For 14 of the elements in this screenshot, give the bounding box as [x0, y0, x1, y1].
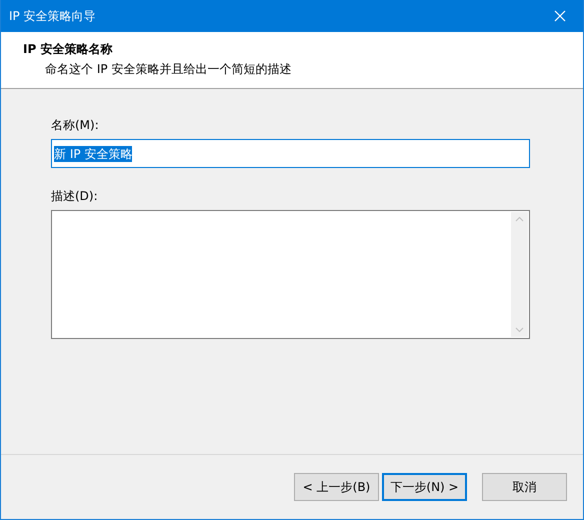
page-subtitle: 命名这个 IP 安全策略并且给出一个简短的描述: [44, 61, 292, 78]
scroll-down-icon: [515, 327, 524, 333]
field-label: 名称(M):: [51, 117, 100, 134]
window-title: IP 安全策略向导: [9, 8, 97, 24]
wizard-button[interactable]: 下一步(N) >: [382, 473, 467, 501]
scroll-up-icon: [515, 216, 524, 222]
wizard-button[interactable]: < 上一步(B): [294, 473, 379, 501]
wizard-button[interactable]: 取消: [482, 473, 567, 501]
description-field[interactable]: [51, 210, 530, 339]
name-field[interactable]: 新 IP 安全策略: [51, 139, 530, 168]
close-icon: [554, 10, 566, 22]
page-title: IP 安全策略名称: [23, 41, 114, 58]
scroll-bar[interactable]: [511, 212, 528, 337]
field-label: 描述(D):: [51, 188, 99, 205]
